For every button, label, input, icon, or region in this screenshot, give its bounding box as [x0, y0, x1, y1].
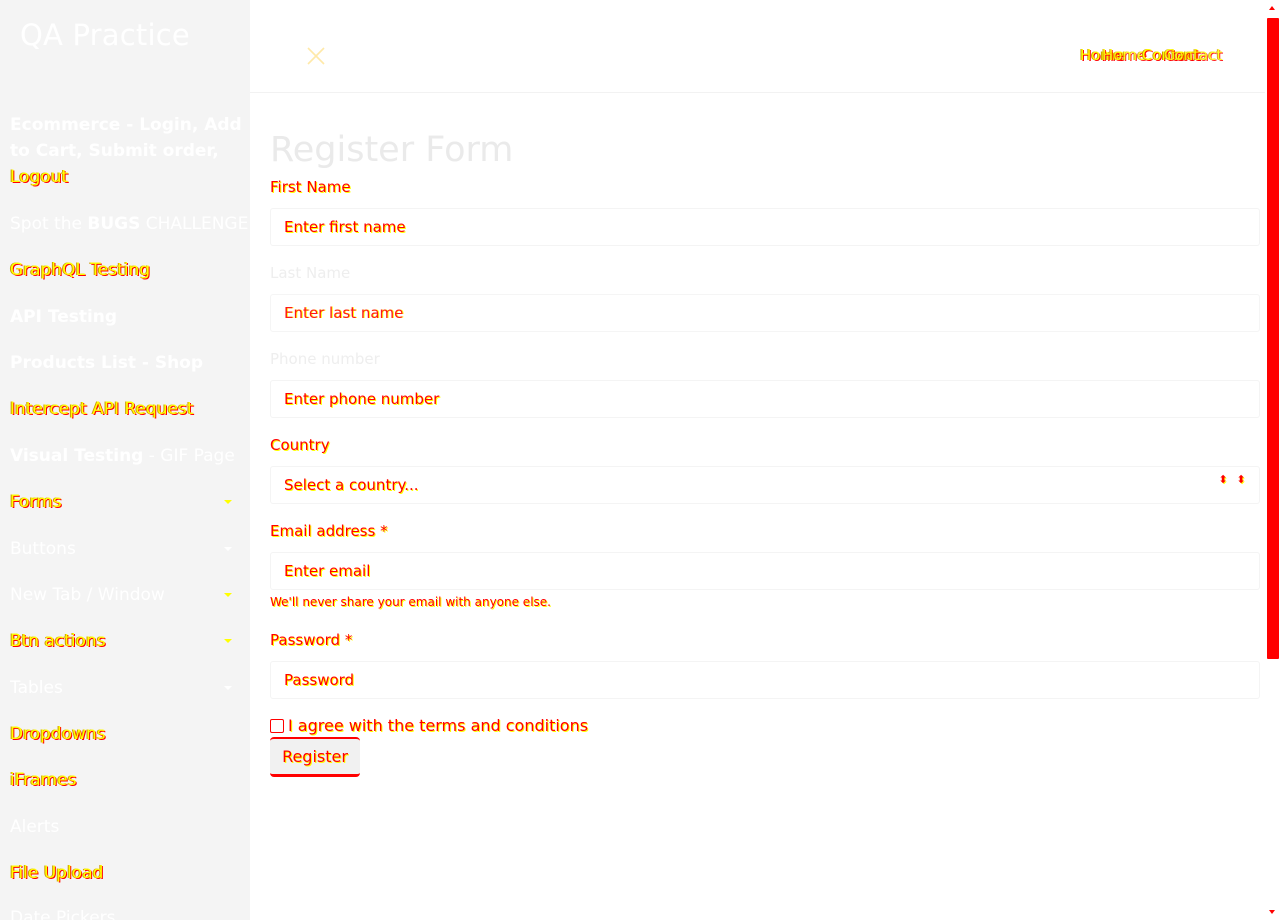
- sidebar-item-btn-actions[interactable]: Btn actions: [10, 628, 242, 654]
- sidebar-item-new-tab-window[interactable]: New Tab / Window: [10, 582, 242, 608]
- sidebar-item-label-prefix: Spot the: [10, 214, 88, 234]
- sidebar-item-label: Intercept API Request: [10, 399, 194, 419]
- email-help-text: We'll never share your email with anyone…: [270, 595, 551, 609]
- sidebar-item-label-bold: Visual Testing: [10, 446, 144, 466]
- email-input[interactable]: Enter email: [270, 552, 1260, 590]
- sidebar-item-products-list[interactable]: Products List - Shop: [10, 350, 242, 376]
- sidebar-item-label-main: Ecommerce - Login, Add to Cart, Submit o…: [10, 115, 242, 161]
- phone-label: Phone number: [270, 350, 380, 368]
- sidebar-item-visual-testing[interactable]: Visual Testing - GIF Page: [10, 443, 242, 469]
- nav-link-contact-ghost: Contact: [1164, 46, 1223, 64]
- last-name-label: Last Name: [270, 264, 351, 282]
- sidebar-item-label: iFrames: [10, 770, 77, 790]
- top-navbar: Home Home Contact Contact: [250, 0, 1265, 93]
- brand-logo[interactable]: QA Practice: [20, 18, 190, 52]
- page-scrollbar[interactable]: [1265, 0, 1280, 920]
- sidebar-item-label: GraphQL Testing: [10, 260, 151, 280]
- sidebar-item-label: Alerts: [10, 817, 60, 837]
- phone-placeholder: Enter phone number: [284, 390, 440, 408]
- chevron-down-icon: [224, 593, 232, 597]
- sidebar-item-intercept-api[interactable]: Intercept API Request: [10, 396, 242, 422]
- sidebar-item-api-testing[interactable]: API Testing: [10, 304, 242, 330]
- select-arrows-icon: ⬍ ⬍: [1218, 473, 1246, 486]
- chevron-down-icon: [224, 547, 232, 551]
- sidebar-item-label: Products List - Shop: [10, 353, 204, 373]
- sidebar: QA Practice Ecommerce - Login, Add to Ca…: [0, 0, 250, 920]
- sidebar-item-label: New Tab / Window: [10, 585, 165, 605]
- scrollbar-thumb[interactable]: [1267, 18, 1279, 659]
- country-select[interactable]: Select a country... ⬍ ⬍: [270, 466, 1260, 504]
- sidebar-item-alerts[interactable]: Alerts: [10, 814, 242, 840]
- scroll-up-icon[interactable]: [1269, 6, 1275, 10]
- scroll-down-icon[interactable]: [1269, 910, 1275, 914]
- sidebar-item-label: Dropdowns: [10, 724, 106, 744]
- sidebar-item-iframes[interactable]: iFrames: [10, 767, 242, 793]
- sidebar-item-label-suffix: CHALLENGE: [140, 214, 249, 234]
- email-placeholder: Enter email: [284, 562, 371, 580]
- terms-checkbox[interactable]: [270, 719, 284, 733]
- sidebar-item-label: Ecommerce - Login, Add to Cart, Submit o…: [10, 115, 242, 187]
- sidebar-item-file-upload[interactable]: File Upload: [10, 860, 242, 886]
- register-button[interactable]: Register: [270, 737, 360, 777]
- sidebar-item-label: Tables: [10, 678, 63, 698]
- sidebar-item-label-suffix: - GIF Page: [143, 446, 235, 466]
- sidebar-item-label-bold: BUGS: [87, 214, 141, 234]
- password-label: Password *: [270, 631, 353, 649]
- password-placeholder: Password: [284, 671, 355, 689]
- sidebar-item-dropdowns[interactable]: Dropdowns: [10, 721, 242, 747]
- phone-input[interactable]: Enter phone number: [270, 380, 1260, 418]
- chevron-down-icon: [224, 639, 232, 643]
- country-selected-value: Select a country...: [284, 476, 419, 494]
- last-name-placeholder: Enter last name: [284, 304, 404, 322]
- sidebar-item-spot-the-bugs[interactable]: Spot the BUGS CHALLENGE: [10, 211, 248, 237]
- sidebar-item-label: API Testing: [10, 307, 118, 327]
- country-label: Country: [270, 436, 330, 454]
- page-title: Register Form: [270, 130, 514, 170]
- sidebar-item-buttons[interactable]: Buttons: [10, 536, 242, 562]
- sidebar-item-label: File Upload: [10, 863, 104, 883]
- sidebar-item-graphql[interactable]: GraphQL Testing: [10, 257, 242, 283]
- first-name-placeholder: Enter first name: [284, 218, 406, 236]
- sidebar-item-date-pickers[interactable]: Date Pickers: [10, 905, 242, 920]
- email-label: Email address *: [270, 522, 388, 540]
- close-icon[interactable]: [304, 44, 328, 68]
- last-name-input[interactable]: Enter last name: [270, 294, 1260, 332]
- terms-label[interactable]: I agree with the terms and conditions: [288, 716, 588, 735]
- chevron-down-icon: [224, 686, 232, 690]
- sidebar-item-label: Btn actions: [10, 631, 106, 651]
- sidebar-item-label: Forms: [10, 492, 62, 512]
- chevron-down-icon: [224, 500, 232, 504]
- nav-link-home-ghost: Home: [1102, 46, 1147, 64]
- password-input[interactable]: Password: [270, 661, 1260, 699]
- terms-row: I agree with the terms and conditions: [270, 716, 588, 735]
- first-name-label: First Name: [270, 178, 351, 196]
- sidebar-item-label: Date Pickers: [10, 908, 116, 920]
- sidebar-item-tables[interactable]: Tables: [10, 675, 242, 701]
- sidebar-item-ecommerce[interactable]: Ecommerce - Login, Add to Cart, Submit o…: [10, 112, 242, 190]
- first-name-input[interactable]: Enter first name: [270, 208, 1260, 246]
- sidebar-item-forms[interactable]: Forms: [10, 489, 242, 515]
- sidebar-item-label: Buttons: [10, 539, 76, 559]
- sidebar-item-label-logout: Logout: [10, 167, 69, 187]
